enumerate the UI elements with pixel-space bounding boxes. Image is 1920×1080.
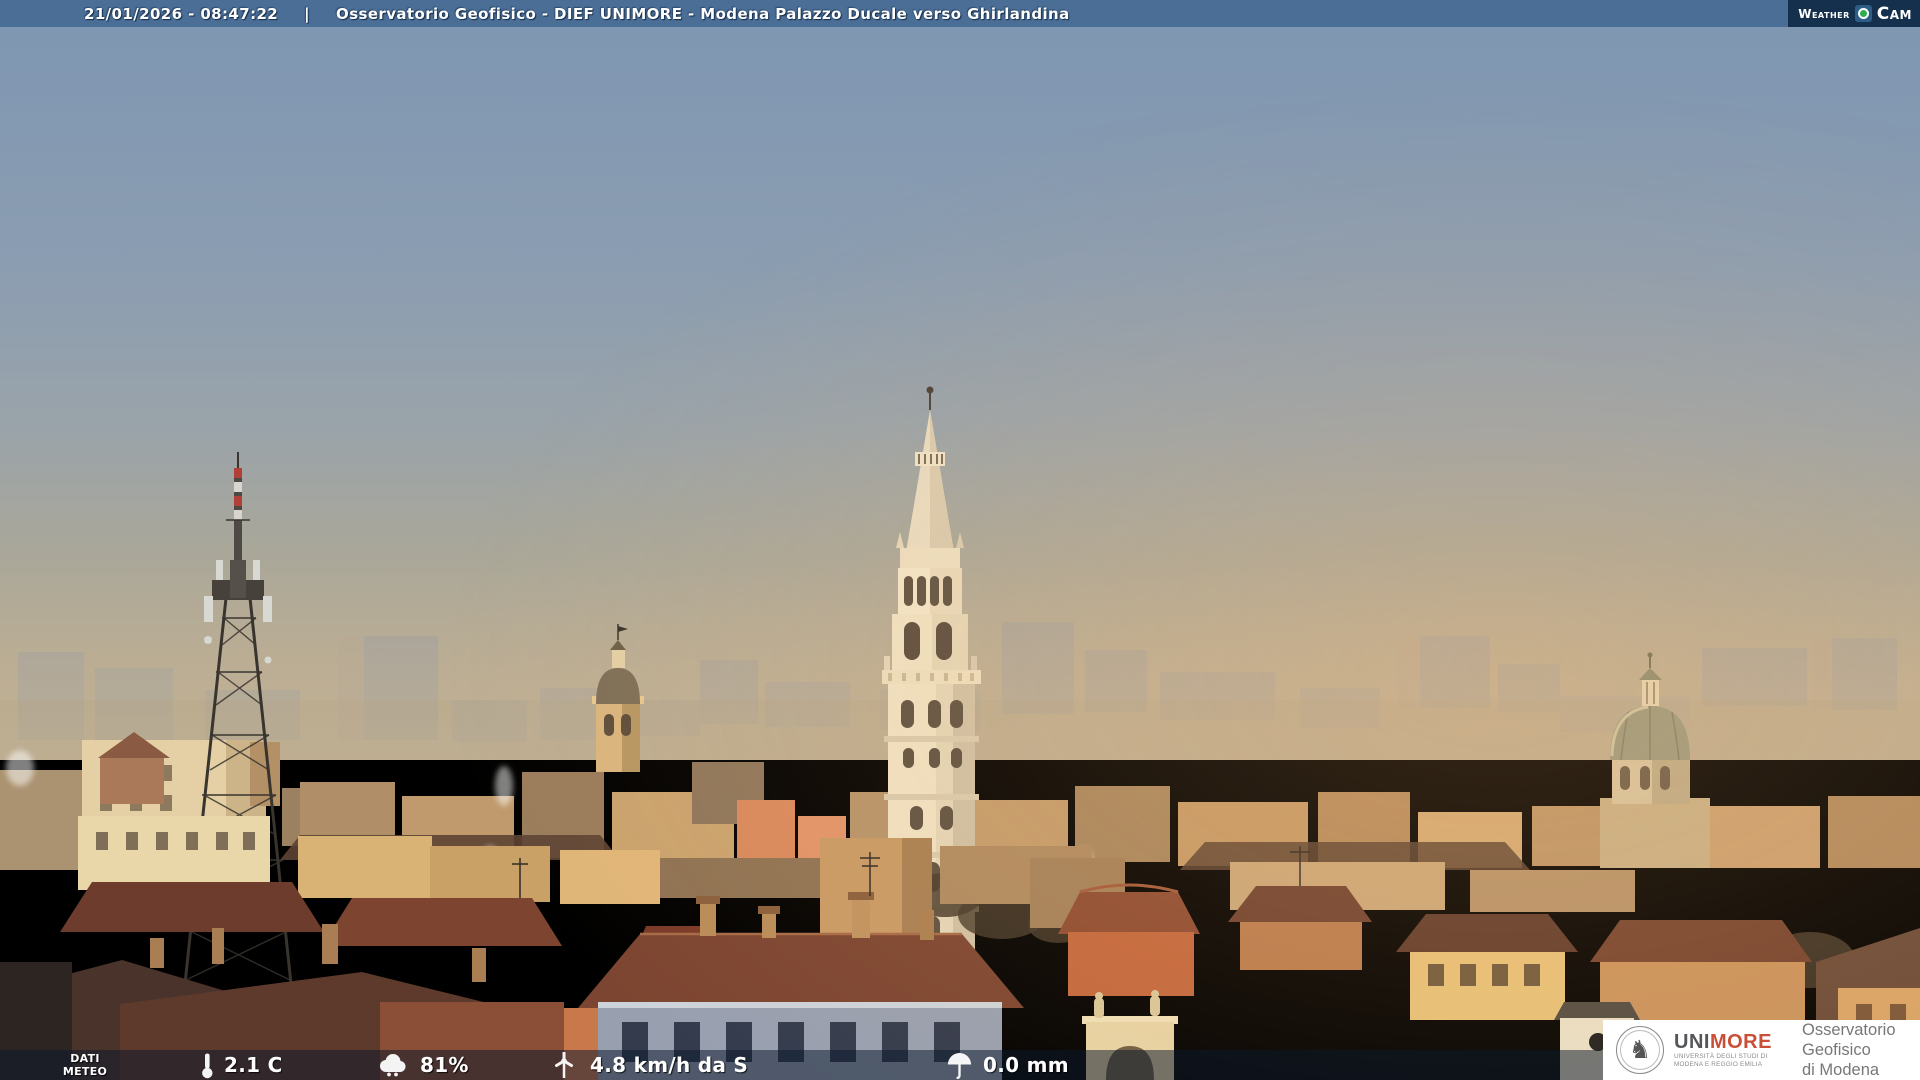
weather-data-label: DATI METEO — [50, 1052, 120, 1078]
sun-glow — [0, 0, 1920, 1080]
camera-lens-icon — [1854, 5, 1872, 22]
unimore-brand-more: MORE — [1709, 1031, 1772, 1053]
temperature-reading: 2.1 C — [200, 1050, 283, 1080]
observatory-name: Osservatorio Geofisico di Modena — [1802, 1020, 1920, 1080]
unimore-subtitle-line1: UNIVERSITÀ DEGLI STUDI DI — [1674, 1053, 1768, 1060]
weather-data-label-line1: DATI — [70, 1052, 100, 1065]
seal-knight-glyph: ♞ — [1628, 1034, 1652, 1064]
weathercam-logo-cam: Cam — [1876, 3, 1912, 24]
wind-reading: 4.8 km/h da S — [548, 1050, 748, 1080]
umbrella-icon — [947, 1052, 972, 1079]
thermometer-icon — [202, 1053, 213, 1078]
temperature-value: 2.1 C — [224, 1053, 283, 1077]
precipitation-reading: 0.0 mm — [946, 1050, 1069, 1080]
webcam-photo — [0, 0, 1920, 1080]
top-bar: 21/01/2026 - 08:47:22 | Osservatorio Geo… — [0, 0, 1920, 27]
humidity-value: 81% — [420, 1053, 469, 1077]
unimore-seal-icon: ♞ — [1616, 1026, 1664, 1074]
weathercam-logo[interactable]: Weather Cam — [1788, 0, 1920, 27]
unimore-subtitle-line2: MODENA E REGGIO EMILIA — [1674, 1061, 1763, 1068]
precipitation-value: 0.0 mm — [983, 1053, 1069, 1077]
unimore-logo[interactable]: ♞ UNIMORE UNIVERSITÀ DEGLI STUDI DI MODE… — [1603, 1020, 1920, 1080]
page-title: Osservatorio Geofisico - DIEF UNIMORE - … — [336, 4, 1070, 23]
timestamp: 21/01/2026 - 08:47:22 — [84, 4, 279, 23]
observatory-name-line1: Osservatorio Geofisico — [1802, 1021, 1896, 1059]
humidity-reading: 81% — [376, 1050, 469, 1080]
observatory-name-line2: di Modena — [1802, 1061, 1880, 1079]
wind-value: 4.8 km/h da S — [590, 1053, 749, 1077]
webcam-page: 21/01/2026 - 08:47:22 | Osservatorio Geo… — [0, 0, 1920, 1080]
separator: | — [304, 4, 311, 23]
weathercam-logo-weather: Weather — [1798, 6, 1850, 21]
unimore-wordmark: UNIMORE UNIVERSITÀ DEGLI STUDI DI MODENA… — [1674, 1031, 1792, 1069]
humidity-icon — [380, 1054, 406, 1077]
wind-icon — [555, 1051, 573, 1078]
weather-data-label-line2: METEO — [62, 1065, 108, 1078]
unimore-brand: UNIMORE — [1674, 1031, 1792, 1053]
unimore-brand-uni: UNI — [1674, 1031, 1710, 1053]
